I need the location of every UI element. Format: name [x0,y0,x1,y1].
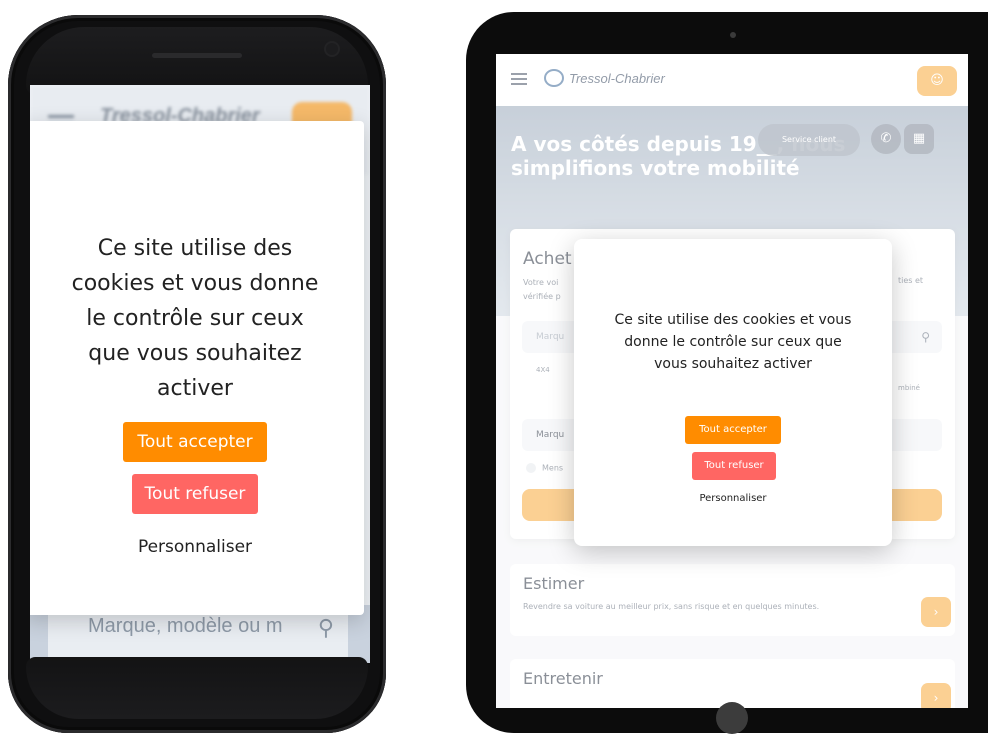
phone-screen: Tressol-Chabrier Marque, modèle ou m ⚲ C… [30,85,370,663]
tablet-screen: Tressol-Chabrier ☺ A vos côtés depuis 19… [496,54,968,708]
accept-all-button[interactable]: Tout accepter [123,422,267,462]
hamburger-menu-icon[interactable] [48,115,74,118]
tablet-camera [730,32,736,38]
phone-camera [326,43,338,55]
phone-device: Tressol-Chabrier Marque, modèle ou m ⚲ C… [8,15,386,733]
cookie-message: Ce site utilise des cookies et vous donn… [614,312,852,372]
cookie-consent-modal: Ce site utilise des cookies et vous donn… [30,121,364,615]
cookie-message: Ce site utilise des cookies et vous donn… [71,236,319,401]
refuse-all-button[interactable]: Tout refuser [692,452,776,480]
cookie-consent-modal: Ce site utilise des cookies et vous donn… [574,239,892,546]
phone-speaker [152,53,242,58]
customize-button[interactable]: Personnaliser [654,493,812,504]
customize-button[interactable]: Personnaliser [94,537,296,557]
search-icon[interactable]: ⚲ [318,615,334,641]
refuse-all-button[interactable]: Tout refuser [132,474,258,514]
tablet-device: Tressol-Chabrier ☺ A vos côtés depuis 19… [466,12,988,734]
search-placeholder: Marque, modèle ou m [88,615,283,637]
tablet-home-button[interactable] [716,702,748,734]
phone-bottom-bezel [26,657,368,719]
accept-all-button[interactable]: Tout accepter [685,416,781,444]
